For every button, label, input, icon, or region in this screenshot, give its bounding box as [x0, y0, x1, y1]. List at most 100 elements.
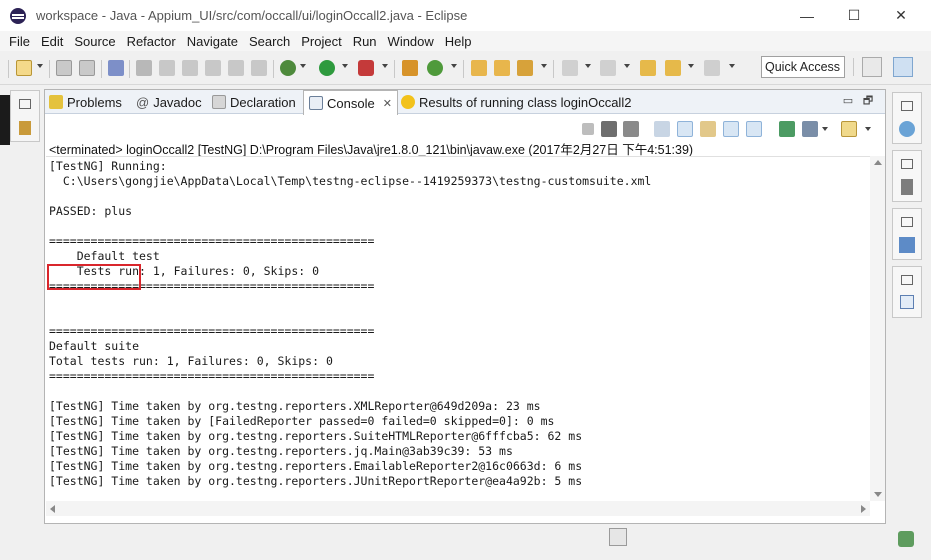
restore-icon[interactable]	[901, 217, 913, 227]
menu-file[interactable]: File	[9, 34, 30, 49]
open-type-icon[interactable]	[471, 60, 487, 76]
tab-label: Declaration	[230, 94, 296, 110]
console-output[interactable]: [TestNG] Running: C:\Users\gongjie\AppDa…	[46, 156, 870, 501]
restore-icon[interactable]	[901, 159, 913, 169]
console-line: C:\Users\gongjie\AppData\Local\Temp\test…	[49, 174, 652, 188]
tab-problems[interactable]: Problems	[49, 90, 122, 114]
paragraph-icon[interactable]	[251, 60, 267, 76]
new-java-project-icon[interactable]	[402, 60, 418, 76]
tab-declaration[interactable]: Declaration	[212, 90, 296, 114]
last-edit-location-icon[interactable]	[640, 60, 656, 76]
external-tools-dropdown-icon[interactable]	[382, 64, 388, 68]
restore-icon[interactable]	[19, 99, 31, 109]
run-dropdown-icon[interactable]	[342, 64, 348, 68]
new-java-class-icon[interactable]	[427, 60, 443, 76]
show-whitespace-icon[interactable]	[228, 60, 244, 76]
next-annotation-dropdown-icon[interactable]	[585, 64, 591, 68]
console-text: [TestNG] Running: C:\Users\gongjie\AppDa…	[49, 159, 651, 489]
new-dropdown-icon[interactable]	[37, 64, 43, 68]
package-explorer-icon[interactable]	[19, 121, 31, 135]
back-icon[interactable]	[665, 60, 681, 76]
menu-search[interactable]: Search	[249, 34, 290, 49]
next-annotation-icon[interactable]	[562, 60, 578, 76]
restore-icon[interactable]	[901, 275, 913, 285]
run-icon[interactable]	[319, 60, 335, 76]
menu-help[interactable]: Help	[445, 34, 472, 49]
quick-access-field[interactable]: Quick Access	[761, 56, 845, 78]
block-selection-icon[interactable]	[182, 60, 198, 76]
debug-icon[interactable]	[280, 60, 296, 76]
minimize-button[interactable]: —	[784, 0, 830, 31]
display-console-dropdown-icon[interactable]	[822, 127, 828, 131]
mark-occurrences-icon[interactable]	[159, 60, 175, 76]
menu-window[interactable]: Window	[388, 34, 434, 49]
close-tab-icon[interactable]: ✕	[383, 97, 392, 110]
tab-javadoc[interactable]: @ Javadoc	[136, 90, 202, 114]
minimize-view-icon[interactable]: ▭	[841, 95, 855, 107]
open-console-icon[interactable]	[841, 121, 857, 137]
restore-icon[interactable]	[901, 101, 913, 111]
save-all-icon[interactable]	[79, 60, 95, 76]
window-layout-icon[interactable]	[900, 295, 914, 309]
problems-icon	[49, 95, 63, 109]
skip-breakpoints-icon[interactable]	[108, 60, 124, 76]
remove-all-terminated-icon[interactable]	[623, 121, 639, 137]
toolbar-separator	[394, 60, 395, 78]
word-wrap-icon[interactable]	[700, 121, 716, 137]
save-icon[interactable]	[56, 60, 72, 76]
declaration-icon	[212, 95, 226, 109]
close-button[interactable]: ✕	[878, 0, 924, 31]
menu-project[interactable]: Project	[301, 34, 341, 49]
menu-edit[interactable]: Edit	[41, 34, 63, 49]
display-console-icon[interactable]	[802, 121, 818, 137]
menu-source[interactable]: Source	[74, 34, 115, 49]
menu-run[interactable]: Run	[353, 34, 377, 49]
word-wrap-icon[interactable]	[205, 60, 221, 76]
show-on-stdout-icon[interactable]	[723, 121, 739, 137]
scroll-right-icon[interactable]	[861, 505, 866, 513]
back-dropdown-icon[interactable]	[688, 64, 694, 68]
hierarchy-icon[interactable]	[899, 237, 915, 253]
scroll-lock-icon[interactable]	[677, 121, 693, 137]
external-tools-icon[interactable]	[358, 60, 374, 76]
java-perspective-icon[interactable]	[893, 57, 913, 77]
clear-console-icon[interactable]	[654, 121, 670, 137]
progress-icon[interactable]	[898, 531, 914, 547]
pin-console-icon[interactable]	[779, 121, 795, 137]
toggle-mark-icon[interactable]	[136, 60, 152, 76]
horizontal-scrollbar[interactable]	[46, 501, 870, 516]
open-task-icon[interactable]	[494, 60, 510, 76]
new-icon[interactable]	[16, 60, 32, 76]
vertical-scrollbar[interactable]	[870, 156, 885, 501]
scroll-up-icon[interactable]	[874, 160, 882, 165]
fast-view-icon[interactable]	[609, 528, 627, 546]
forward-dropdown-icon[interactable]	[729, 64, 735, 68]
scroll-down-icon[interactable]	[874, 492, 882, 497]
task-list-icon[interactable]	[899, 121, 915, 137]
forward-icon[interactable]	[704, 60, 720, 76]
new-class-dropdown-icon[interactable]	[451, 64, 457, 68]
open-console-dropdown-icon[interactable]	[865, 127, 871, 131]
previous-annotation-dropdown-icon[interactable]	[624, 64, 630, 68]
outline-icon[interactable]	[901, 179, 913, 195]
menu-navigate[interactable]: Navigate	[187, 34, 238, 49]
terminate-icon[interactable]	[582, 123, 594, 135]
scroll-left-icon[interactable]	[50, 505, 55, 513]
menu-refactor[interactable]: Refactor	[127, 34, 176, 49]
maximize-view-icon[interactable]: 🗗	[861, 95, 875, 107]
tab-label: Results of running class loginOccall2	[419, 94, 632, 110]
console-line: [TestNG] Time taken by org.testng.report…	[49, 444, 513, 458]
debug-dropdown-icon[interactable]	[300, 64, 306, 68]
search-icon[interactable]	[517, 60, 533, 76]
search-dropdown-icon[interactable]	[541, 64, 547, 68]
show-on-stderr-icon[interactable]	[746, 121, 762, 137]
tab-testng-results[interactable]: Results of running class loginOccall2	[401, 90, 631, 114]
console-line: Total tests run: 1, Failures: 0, Skips: …	[49, 354, 333, 368]
previous-annotation-icon[interactable]	[600, 60, 616, 76]
remove-launch-icon[interactable]	[601, 121, 617, 137]
maximize-button[interactable]: ☐	[831, 0, 877, 31]
tab-console[interactable]: Console ✕	[303, 90, 398, 115]
minimized-stack-right-3	[892, 208, 922, 260]
open-perspective-icon[interactable]	[862, 57, 882, 77]
